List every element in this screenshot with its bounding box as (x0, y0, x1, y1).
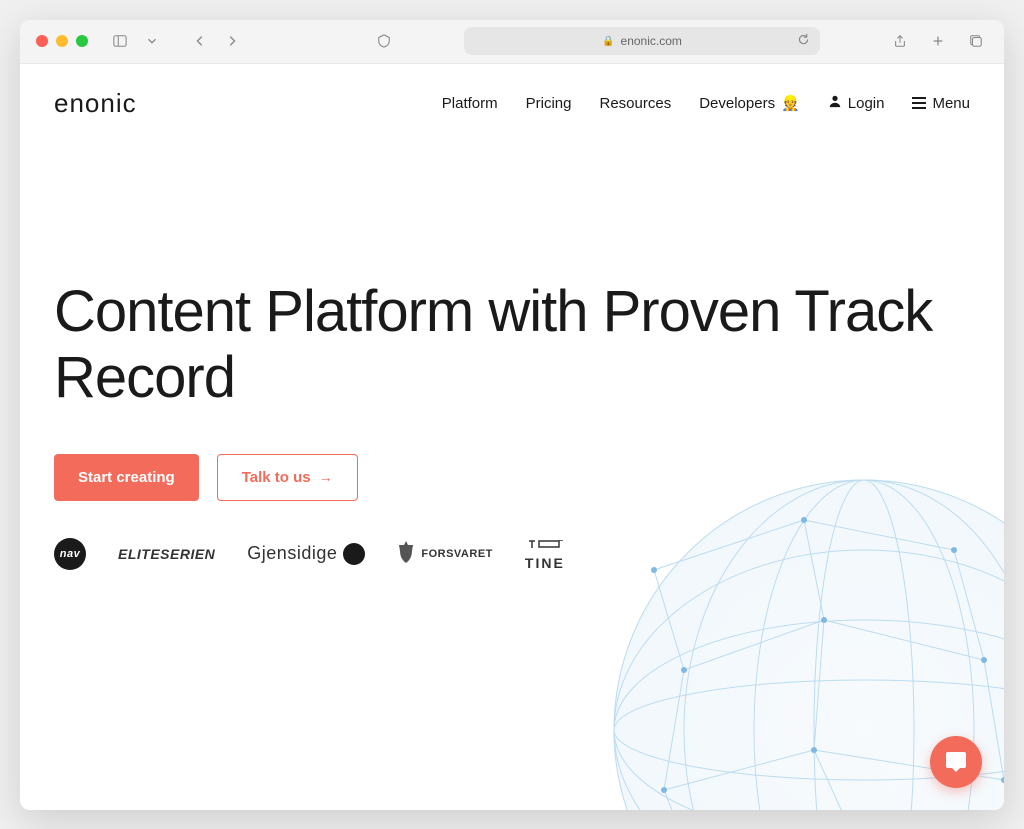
new-tab-icon[interactable] (926, 29, 950, 53)
brand-logo[interactable]: enonic (54, 88, 137, 119)
maximize-window-button[interactable] (76, 35, 88, 47)
forward-button[interactable] (220, 29, 244, 53)
nav-login[interactable]: Login (828, 94, 885, 112)
tine-mark-icon (527, 537, 563, 553)
chevron-down-icon[interactable] (140, 29, 164, 53)
logo-eliteserien: ELITESERIEN (118, 546, 215, 562)
login-label: Login (848, 95, 885, 112)
user-icon (828, 94, 842, 112)
crest-icon (397, 541, 415, 566)
logo-forsvaret: FORSVARET (397, 541, 493, 566)
nav-developers-label: Developers (699, 95, 775, 112)
sidebar-toggle-icon[interactable] (108, 29, 132, 53)
lock-icon: 🔒 (602, 36, 614, 47)
privacy-report-icon[interactable] (372, 29, 396, 53)
minimize-window-button[interactable] (56, 35, 68, 47)
browser-toolbar: 🔒 enonic.com (20, 20, 1004, 64)
menu-label: Menu (932, 95, 970, 112)
browser-window: 🔒 enonic.com enonic Platform Pricing (20, 20, 1004, 810)
construction-worker-icon: 👷 (781, 94, 800, 112)
reload-icon[interactable] (797, 33, 810, 49)
logo-gjensidige: Gjensidige (247, 543, 365, 565)
hamburger-icon (912, 97, 926, 109)
nav-resources[interactable]: Resources (600, 95, 672, 112)
hero-headline: Content Platform with Proven Track Recor… (54, 279, 970, 412)
close-window-button[interactable] (36, 35, 48, 47)
gjensidige-mark-icon (343, 543, 365, 565)
chat-icon (944, 750, 968, 774)
share-icon[interactable] (888, 29, 912, 53)
nav-pricing[interactable]: Pricing (526, 95, 572, 112)
nav-platform[interactable]: Platform (442, 95, 498, 112)
url-text: enonic.com (621, 34, 682, 48)
chat-button[interactable] (930, 736, 982, 788)
cta-primary-label: Start creating (78, 469, 175, 486)
page-content: enonic Platform Pricing Resources Develo… (20, 64, 1004, 810)
main-nav: Platform Pricing Resources Developers 👷 … (442, 94, 970, 112)
talk-to-us-button[interactable]: Talk to us → (217, 454, 358, 501)
logo-tine: TINE (525, 537, 565, 571)
cta-secondary-label: Talk to us (242, 469, 311, 486)
tabs-icon[interactable] (964, 29, 988, 53)
arrow-right-icon: → (319, 469, 333, 485)
site-header: enonic Platform Pricing Resources Develo… (20, 64, 1004, 119)
nav-developers[interactable]: Developers 👷 (699, 94, 800, 112)
nav-badge-icon: nav (54, 538, 86, 570)
logo-nav: nav (54, 538, 86, 570)
address-bar[interactable]: 🔒 enonic.com (464, 27, 820, 55)
window-controls (36, 35, 88, 47)
back-button[interactable] (188, 29, 212, 53)
start-creating-button[interactable]: Start creating (54, 454, 199, 501)
nav-menu[interactable]: Menu (912, 95, 970, 112)
